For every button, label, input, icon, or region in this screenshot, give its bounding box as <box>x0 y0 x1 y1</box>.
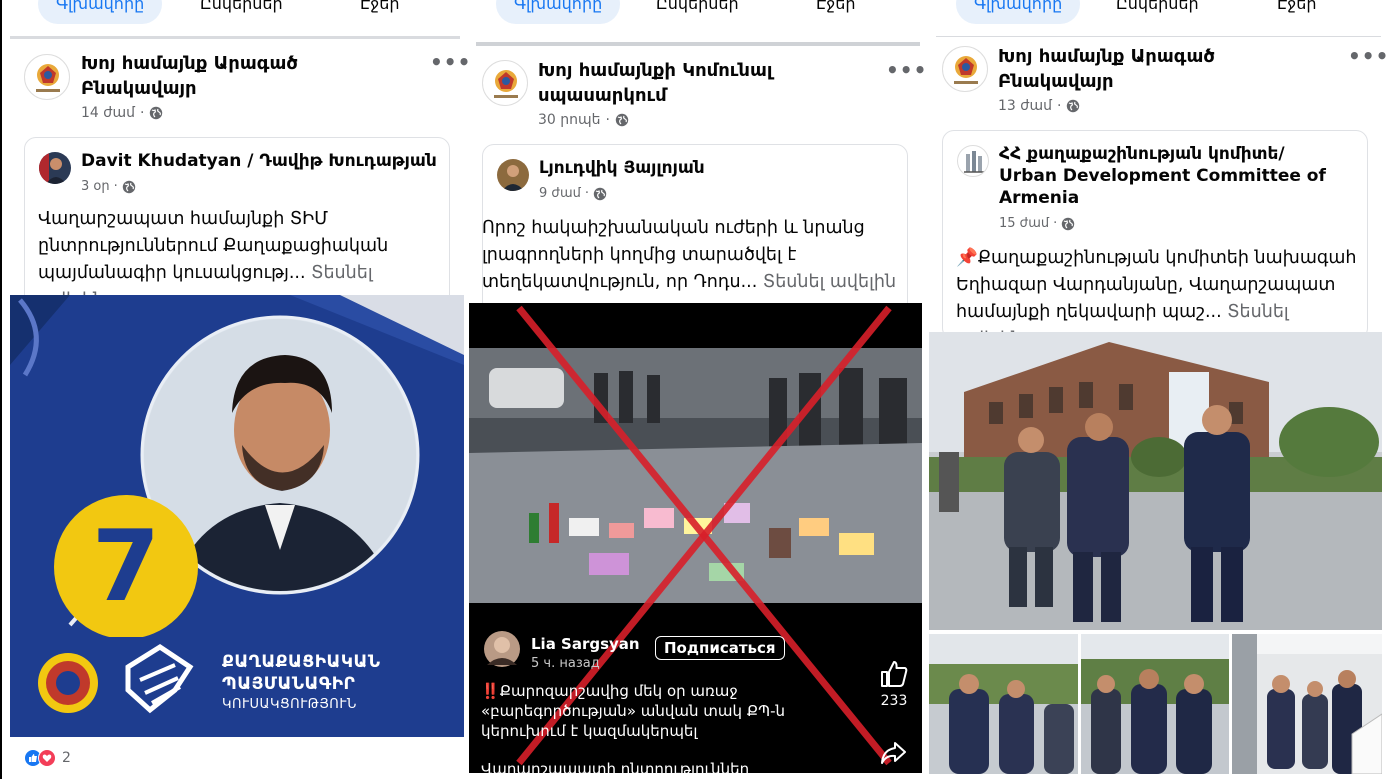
globe-icon <box>615 113 629 127</box>
shared-author-avatar[interactable] <box>957 145 989 177</box>
shared-post-meta: 3 օր · <box>81 179 136 194</box>
caption-line: ‼️Քարոզարշավից մեկ օր առաջ <box>481 682 738 700</box>
post-time[interactable]: 30 րոպե <box>538 112 601 128</box>
shared-author-name[interactable]: Լյուդվիկ Յայլոյան <box>539 157 705 179</box>
shared-post-time[interactable]: 15 ժամ <box>999 216 1049 231</box>
top-tabs: Գլխավորը Ընկերներ Էջեր <box>928 0 1389 36</box>
candidate-number: 7 <box>92 510 160 624</box>
page-avatar[interactable] <box>482 60 528 106</box>
like-button[interactable]: 233 <box>877 659 911 709</box>
page-avatar[interactable] <box>942 46 988 92</box>
globe-icon <box>1067 99 1080 113</box>
page-name[interactable]: Խոյ համայնք Արագած Բնակավայր <box>81 51 341 101</box>
post-meta: 14 ժամ · <box>81 105 163 121</box>
globe-icon <box>150 106 163 120</box>
post-text-body: 📌Քաղաքաշինության կոմիտեի նախագահ Եղիազար… <box>956 248 1357 322</box>
tab-pages[interactable]: Էջեր <box>816 0 855 26</box>
thumbs-up-icon <box>881 661 908 687</box>
post-time[interactable]: 13 ժամ <box>998 98 1052 114</box>
thumbnail-photo-2[interactable] <box>1081 634 1229 774</box>
thumbnail-photo-1[interactable] <box>929 634 1078 774</box>
shared-author-avatar[interactable] <box>39 152 71 184</box>
more-options-icon[interactable]: ••• <box>886 58 927 82</box>
more-options-icon[interactable]: ••• <box>430 50 468 74</box>
caption-line: կերուխում է կազմակերպել <box>481 722 698 740</box>
embed-username[interactable]: Lia Sargsyan <box>531 635 640 653</box>
party-name-line3: ԿՈՒՍԱԿՑՈՒԹՅՈՒՆ <box>222 697 357 712</box>
tabs-divider <box>476 42 920 46</box>
shared-author-avatar[interactable] <box>497 159 529 191</box>
tab-friends[interactable]: Ընկերներ <box>1116 0 1199 26</box>
top-tabs: Գլխավորը Ընկերներ Էջեր <box>2 0 468 36</box>
caption-line: «բարեգործության» անվան տակ ՔՊ-ն <box>481 702 786 720</box>
shared-post-time[interactable]: 3 օր <box>81 179 110 194</box>
post-meta: 30 րոպե · <box>538 112 629 128</box>
shared-post-meta: 9 ժամ · <box>539 186 607 201</box>
globe-icon <box>122 180 135 193</box>
tab-friends[interactable]: Ընկերներ <box>656 0 739 26</box>
post-time[interactable]: 14 ժամ <box>81 105 135 121</box>
tab-home[interactable]: Գլխավորը <box>38 0 163 24</box>
shared-author-name[interactable]: Davit Khudatyan / Դավիթ Խուդաթյան <box>81 150 437 172</box>
top-tabs: Գլխավորը Ընկերներ Էջեր <box>468 0 928 36</box>
shared-post-time[interactable]: 9 ժամ <box>539 186 581 201</box>
tab-pages[interactable]: Էջեր <box>360 0 399 26</box>
embed-time: 5 ч. назад <box>531 656 600 671</box>
tab-home[interactable]: Գլխավորը <box>496 0 621 24</box>
reactions-summary[interactable]: 2 <box>24 749 71 767</box>
globe-icon <box>593 187 607 200</box>
feed-column-3: Գլխավորը Ընկերներ Էջեր Խոյ համայնք Արագա… <box>928 0 1389 779</box>
caption-line: Վաղարշապատի ընտրություններ <box>481 760 750 773</box>
love-reaction-icon <box>38 749 56 767</box>
see-more-link[interactable]: Տեսնել ավելին <box>763 272 896 292</box>
main-photo[interactable] <box>929 332 1382 630</box>
party-name-line2: ՊԱՅՄԱՆԱԳԻՐ <box>222 674 356 694</box>
like-count: 233 <box>880 693 908 709</box>
video-embed-crossed-out[interactable]: Lia Sargsyan 5 ч. назад Подписаться 233 … <box>469 303 922 773</box>
tab-friends[interactable]: Ընկերներ <box>200 0 283 26</box>
shared-post-meta: 15 ժամ · <box>999 216 1075 231</box>
tab-home[interactable]: Գլխավորը <box>956 0 1081 24</box>
subscribe-button[interactable]: Подписаться <box>655 636 785 660</box>
page-name[interactable]: Խոյ համայնքի Կոմունալ սպասարկում <box>538 58 808 108</box>
tabs-divider <box>10 36 460 39</box>
post-text: Որոշ հակաիշխանական ուժերի և նրանց լրագրո… <box>482 215 910 296</box>
page-name[interactable]: Խոյ համայնք Արագած Բնակավայր <box>998 44 1258 94</box>
post-meta: 13 ժամ · <box>998 98 1080 114</box>
globe-icon <box>1062 217 1075 230</box>
feed-column-1: Գլխավորը Ընկերներ Էջեր Խոյ համայնք Արագա… <box>0 0 468 779</box>
embed-caption: ‼️Քարոզարշավից մեկ օր առաջ «բարեգործությ… <box>481 681 861 773</box>
campaign-poster-image[interactable]: 7 ՔԱՂԱՔԱՑԻԱԿԱՆ ՊԱՅՄԱՆԱԳԻՐ ԿՈՒՍԱԿՑՈՒԹՅՈՒՆ <box>10 295 464 737</box>
more-options-icon[interactable]: ••• <box>1348 44 1389 68</box>
feed-column-2: Գլխավորը Ընկերներ Էջեր Խոյ համայնքի Կոմո… <box>468 0 928 779</box>
party-name-line1: ՔԱՂԱՔԱՑԻԱԿԱՆ <box>222 652 381 672</box>
reaction-count: 2 <box>62 750 71 766</box>
tab-pages[interactable]: Էջեր <box>1277 0 1316 26</box>
shared-author-name[interactable]: ՀՀ քաղաքաշինության կոմիտե/ Urban Develop… <box>999 143 1339 209</box>
tabs-divider <box>936 36 1381 37</box>
thumbnail-photo-3[interactable] <box>1232 634 1382 774</box>
share-icon[interactable] <box>879 740 907 770</box>
page-avatar[interactable] <box>24 54 70 100</box>
